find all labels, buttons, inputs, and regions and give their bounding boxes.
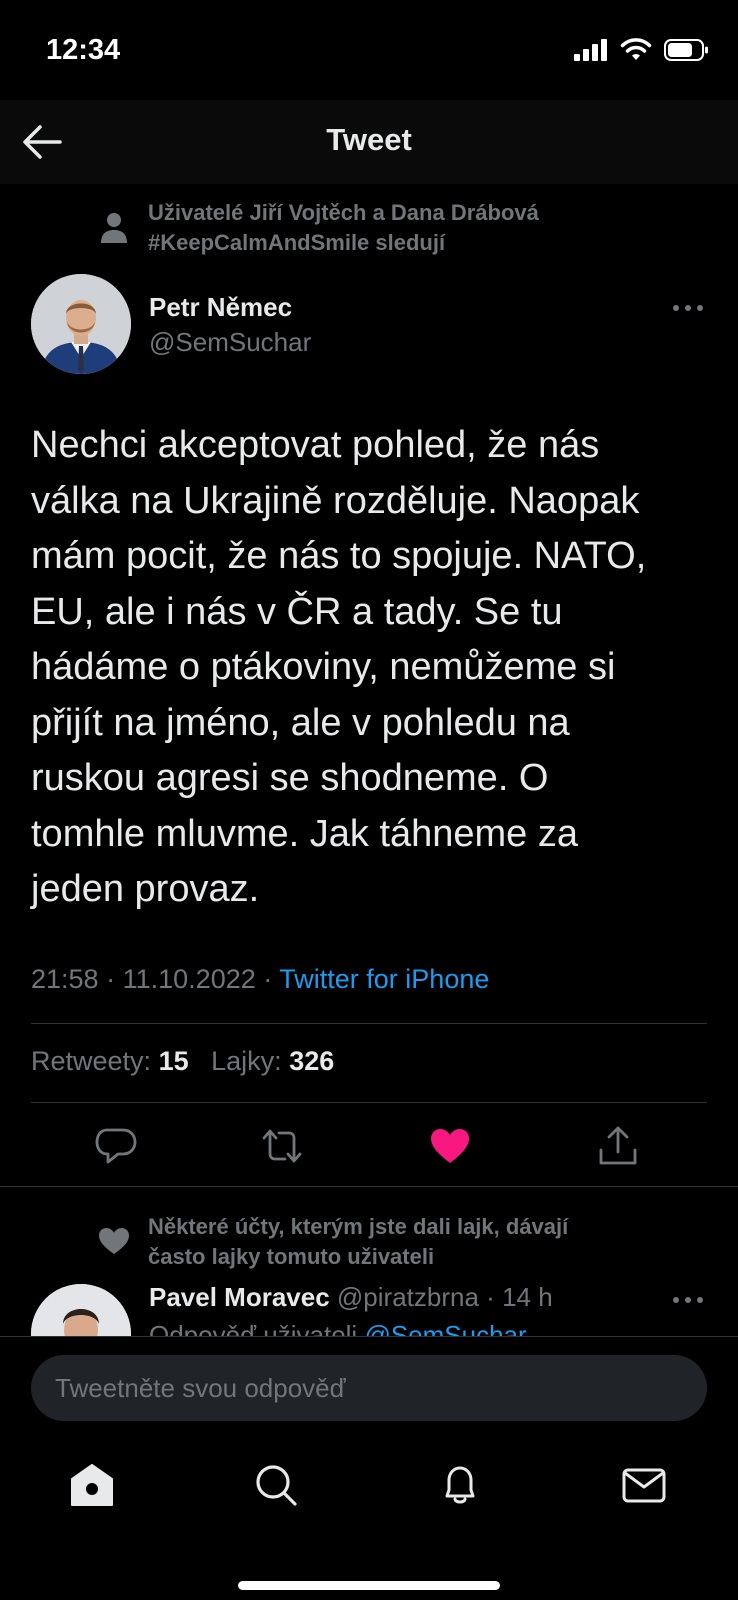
tweet-meta: 21:58 · 11.10.2022 · Twitter for iPhone bbox=[31, 964, 489, 995]
tweet-text: Nechci akceptovat pohled, že nás válka n… bbox=[31, 418, 721, 918]
author-handle[interactable]: @SemSuchar bbox=[149, 327, 311, 358]
tweet-source-link[interactable]: Twitter for iPhone bbox=[279, 964, 489, 994]
reply-to-prefix: Odpověď uživateli bbox=[149, 1320, 358, 1336]
page-title: Tweet bbox=[326, 122, 412, 157]
likes-label[interactable]: Lajky: bbox=[211, 1046, 282, 1076]
tweet-text-line: ruskou agresi se shodneme. O bbox=[31, 757, 549, 799]
social-context-line: Uživatelé Jiří Vojtěch a Dana Drábová bbox=[148, 200, 539, 225]
search-icon[interactable] bbox=[252, 1461, 300, 1509]
reply-to-line: Odpověď uživateli @SemSuchar bbox=[149, 1320, 527, 1336]
tweet-stats: Retweety: 15 Lajky: 326 bbox=[31, 1046, 334, 1077]
reply-age: 14 h bbox=[502, 1282, 553, 1312]
tweet-time: 21:58 bbox=[31, 964, 99, 994]
reply-context-text: Některé účty, kterým jste dali lajk, dáv… bbox=[148, 1212, 718, 1272]
tweet-text-line: jeden provaz. bbox=[31, 868, 260, 910]
header: Tweet bbox=[0, 100, 738, 184]
tweet-text-line: přijít na jméno, ale v pohledu na bbox=[31, 701, 570, 744]
status-icons bbox=[574, 38, 710, 62]
reply-context-line: Některé účty, kterým jste dali lajk, dáv… bbox=[148, 1214, 569, 1239]
heart-filled-icon[interactable] bbox=[428, 1124, 472, 1168]
wifi-icon bbox=[620, 38, 652, 60]
share-icon[interactable] bbox=[596, 1124, 640, 1168]
reply-composer-bar bbox=[0, 1336, 738, 1600]
more-horizontal-icon[interactable] bbox=[672, 1290, 704, 1310]
retweets-count[interactable]: 15 bbox=[159, 1046, 189, 1076]
reply-to-mention[interactable]: @SemSuchar bbox=[364, 1320, 526, 1336]
mail-icon[interactable] bbox=[620, 1461, 668, 1509]
home-indicator bbox=[238, 1581, 500, 1590]
heart-icon bbox=[99, 1228, 129, 1254]
meta-separator: · bbox=[263, 964, 273, 994]
tweet-text-line: tomhle mluvme. Jak táhneme za bbox=[31, 812, 579, 855]
reply-header: Pavel Moravec @piratzbrna · 14 h bbox=[149, 1282, 553, 1313]
status-bar: 12:34 bbox=[0, 0, 738, 100]
meta-separator: · bbox=[486, 1282, 495, 1312]
tweet-text-line: Nechci akceptovat pohled, že nás bbox=[31, 424, 600, 466]
retweet-icon[interactable] bbox=[260, 1124, 304, 1168]
status-time: 12:34 bbox=[46, 34, 121, 66]
author-avatar[interactable] bbox=[31, 274, 131, 374]
divider bbox=[31, 1102, 707, 1103]
signal-icon bbox=[574, 39, 607, 61]
person-icon bbox=[101, 213, 127, 243]
retweets-label[interactable]: Retweety: bbox=[31, 1046, 151, 1076]
comment-icon[interactable] bbox=[94, 1124, 138, 1168]
social-context-line: #KeepCalmAndSmile sledují bbox=[148, 230, 446, 255]
reply-context-line: často lajky tomuto uživateli bbox=[148, 1244, 435, 1269]
avatar-image bbox=[31, 1284, 131, 1336]
author-name[interactable]: Petr Němec bbox=[149, 292, 292, 323]
reply-avatar[interactable] bbox=[31, 1284, 131, 1336]
tweet-text-line: EU, ale i nás v ČR a tady. Se tu bbox=[31, 590, 563, 633]
tweet-text-line: hádáme o ptákoviny, nemůžeme si bbox=[31, 646, 616, 688]
divider bbox=[31, 1023, 707, 1024]
home-icon[interactable] bbox=[68, 1461, 116, 1509]
reply-author-handle[interactable]: @piratzbrna bbox=[337, 1282, 479, 1312]
social-context-text: Uživatelé Jiří Vojtěch a Dana Drábová #K… bbox=[148, 198, 708, 258]
reply-input[interactable] bbox=[31, 1355, 707, 1421]
divider bbox=[0, 1186, 738, 1187]
more-horizontal-icon[interactable] bbox=[672, 298, 704, 318]
reply-tweet[interactable]: Pavel Moravec @piratzbrna · 14 h Odpověď… bbox=[0, 1270, 738, 1336]
bell-icon[interactable] bbox=[436, 1461, 484, 1509]
tweet-text-line: mám pocit, že nás to spojuje. NATO, bbox=[31, 535, 647, 577]
tweet-date: 11.10.2022 bbox=[122, 964, 256, 994]
meta-separator: · bbox=[106, 964, 116, 994]
battery-icon bbox=[664, 39, 708, 61]
likes-count[interactable]: 326 bbox=[289, 1046, 334, 1076]
reply-author-name[interactable]: Pavel Moravec bbox=[149, 1282, 330, 1312]
tweet-text-line: válka na Ukrajině rozděluje. Naopak bbox=[31, 479, 640, 522]
avatar-image bbox=[31, 274, 131, 374]
